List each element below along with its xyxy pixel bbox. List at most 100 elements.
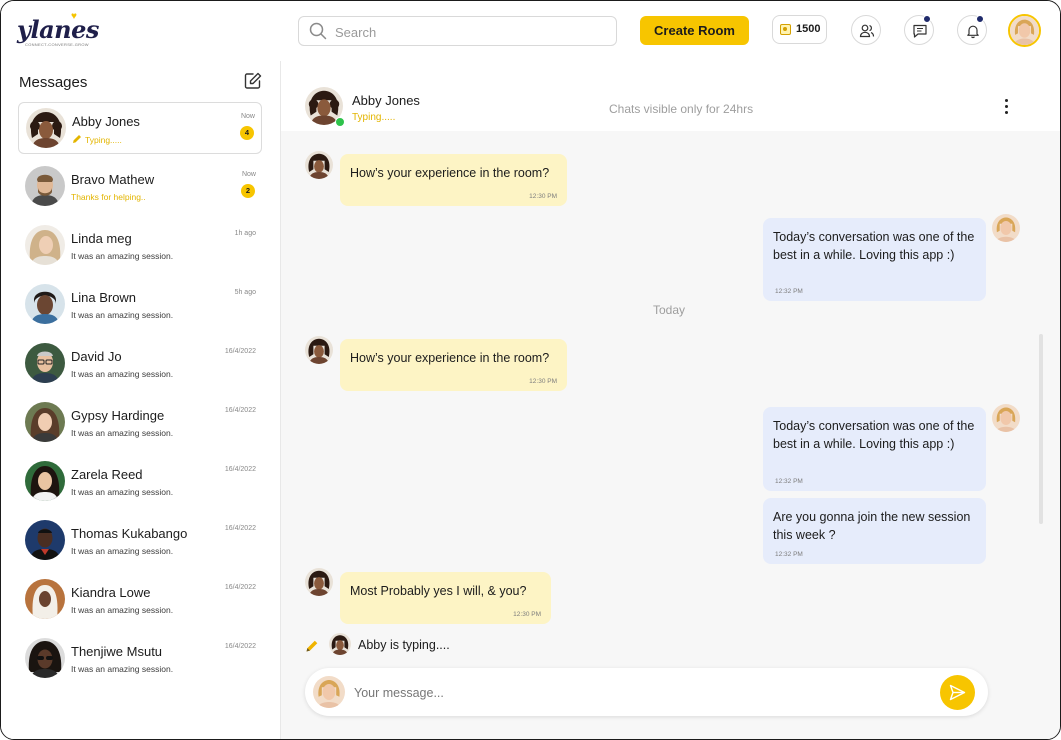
send-button[interactable]: [940, 675, 975, 710]
message-bubble-incoming: How’s your experience in the room? 12:30…: [340, 154, 567, 206]
message-timestamp: 12:30 PM: [513, 611, 541, 618]
unread-count-badge: 2: [241, 184, 255, 198]
messages-button[interactable]: [904, 15, 934, 45]
message-time: Now: [240, 113, 255, 120]
sender-avatar: [305, 151, 333, 179]
online-status-dot: [335, 117, 345, 127]
bell-icon: [967, 25, 979, 39]
message-preview: It was an amazing session.: [71, 546, 174, 556]
unread-count-badge: 4: [240, 126, 254, 140]
avatar: [25, 461, 65, 501]
my-avatar: [313, 676, 345, 708]
avatar: [25, 402, 65, 442]
message-time: 16/4/2022: [224, 584, 256, 591]
brand-tagline: CONNECT-CONVERSE-GROW: [25, 42, 89, 47]
contact-name: David Jo: [71, 349, 122, 364]
sender-avatar: [305, 568, 333, 596]
send-icon: [949, 684, 966, 701]
compose-icon: [244, 72, 262, 89]
message-text: How’s your experience in the room?: [350, 166, 550, 180]
message-preview: It was an amazing session.: [71, 310, 174, 320]
message-bubble-outgoing: Are you gonna join the new session this …: [763, 498, 986, 564]
message-timestamp: 12:32 PM: [775, 478, 803, 485]
notifications-button[interactable]: [957, 15, 987, 45]
users-icon: [859, 24, 875, 38]
message-time: 16/4/2022: [224, 525, 256, 532]
contact-name: Linda meg: [71, 231, 132, 246]
avatar: [25, 166, 65, 206]
message-preview: It was an amazing session.: [71, 664, 174, 674]
message-text: Today’s conversation was one of the best…: [773, 419, 975, 451]
chat-contact-status: Typing.....: [352, 112, 396, 123]
coin-icon: [780, 24, 791, 35]
create-room-button[interactable]: Create Room: [640, 16, 749, 45]
conversation-item-thenjiwe-msutu[interactable]: Thenjiwe Msutu It was an amazing session…: [18, 633, 262, 685]
message-composer: [305, 668, 988, 716]
contact-name: Zarela Reed: [71, 467, 143, 482]
conversation-item-abby-jones[interactable]: Abby Jones Typing..... Now 4: [18, 102, 262, 154]
message-time: 16/4/2022: [224, 348, 256, 355]
contact-avatar[interactable]: [305, 87, 345, 127]
conversation-item-gypsy-hardinge[interactable]: Gypsy Hardinge It was an amazing session…: [18, 397, 262, 449]
brand-name: ylanes: [17, 15, 99, 44]
message-timestamp: 12:32 PM: [775, 288, 803, 295]
app-window: ylanes ♥ CONNECT-CONVERSE-GROW Create Ro…: [0, 0, 1061, 740]
my-avatar: [992, 404, 1020, 432]
coins-balance-button[interactable]: 1500: [772, 15, 827, 44]
message-preview: It was an amazing session.: [71, 487, 174, 497]
profile-avatar[interactable]: [1008, 14, 1041, 47]
search-input[interactable]: [333, 21, 607, 43]
chat-visibility-note: Chats visible only for 24hrs: [609, 102, 754, 116]
kebab-icon: [1002, 99, 1010, 114]
message-preview: It was an amazing session.: [71, 369, 174, 379]
conversation-item-lina-brown[interactable]: Lina Brown It was an amazing session. 5h…: [18, 279, 262, 331]
chat-header: Abby Jones Typing..... Chats visible onl…: [281, 61, 1060, 131]
avatar-image: [1010, 16, 1039, 45]
avatar: [25, 638, 65, 678]
my-avatar: [992, 214, 1020, 242]
conversation-item-kiandra-lowe[interactable]: Kiandra Lowe It was an amazing session. …: [18, 574, 262, 626]
sender-avatar: [305, 336, 333, 364]
conversation-item-thomas-kukabango[interactable]: Thomas Kukabango It was an amazing sessi…: [18, 515, 262, 567]
contact-name: Thomas Kukabango: [71, 526, 188, 541]
message-time: 5h ago: [234, 289, 256, 296]
new-message-button[interactable]: [243, 71, 263, 96]
chat-scrollbar[interactable]: [1039, 334, 1043, 524]
message-input[interactable]: [352, 682, 916, 704]
top-bar: ylanes ♥ CONNECT-CONVERSE-GROW Create Ro…: [1, 1, 1060, 61]
pencil-icon: [306, 640, 318, 652]
brand-logo[interactable]: ylanes ♥ CONNECT-CONVERSE-GROW: [17, 11, 99, 47]
message-preview: It was an amazing session.: [71, 251, 174, 261]
conversation-item-bravo-mathew[interactable]: Bravo Mathew Thanks for helping.. Now 2: [18, 161, 262, 213]
message-timestamp: 12:30 PM: [529, 378, 557, 385]
chat-contact-name: Abby Jones: [352, 93, 420, 108]
message-preview: It was an amazing session.: [71, 605, 174, 615]
message-time: 1h ago: [234, 230, 256, 237]
avatar: [25, 579, 65, 619]
message-text: Most Probably yes I will, & you?: [350, 584, 527, 598]
conversation-item-david-jo[interactable]: David Jo It was an amazing session. 16/4…: [18, 338, 262, 390]
contact-name: Abby Jones: [72, 114, 140, 129]
message-bubble-outgoing: Today’s conversation was one of the best…: [763, 218, 986, 301]
typing-text: Abby is typing....: [358, 638, 450, 652]
message-time: 16/4/2022: [224, 407, 256, 414]
message-bubble-incoming: How’s your experience in the room? 12:30…: [340, 339, 567, 391]
pencil-icon: [73, 135, 81, 143]
contact-name: Kiandra Lowe: [71, 585, 151, 600]
heart-icon: ♥: [71, 11, 77, 22]
avatar: [26, 108, 66, 148]
chat-panel: Abby Jones Typing..... Chats visible onl…: [281, 61, 1060, 739]
search-icon: [309, 22, 327, 40]
search-bar[interactable]: [298, 16, 617, 46]
message-preview: Typing.....: [72, 134, 122, 145]
friends-button[interactable]: [851, 15, 881, 45]
message-preview: Thanks for helping..: [71, 192, 146, 202]
conversation-item-linda-meg[interactable]: Linda meg It was an amazing session. 1h …: [18, 220, 262, 272]
message-timestamp: 12:32 PM: [775, 551, 803, 558]
unread-dot: [923, 15, 931, 23]
contact-name: Bravo Mathew: [71, 172, 155, 187]
day-separator: Today: [653, 303, 686, 317]
more-options-button[interactable]: [1002, 99, 1010, 117]
contact-name: Gypsy Hardinge: [71, 408, 165, 423]
conversation-item-zarela-reed[interactable]: Zarela Reed It was an amazing session. 1…: [18, 456, 262, 508]
